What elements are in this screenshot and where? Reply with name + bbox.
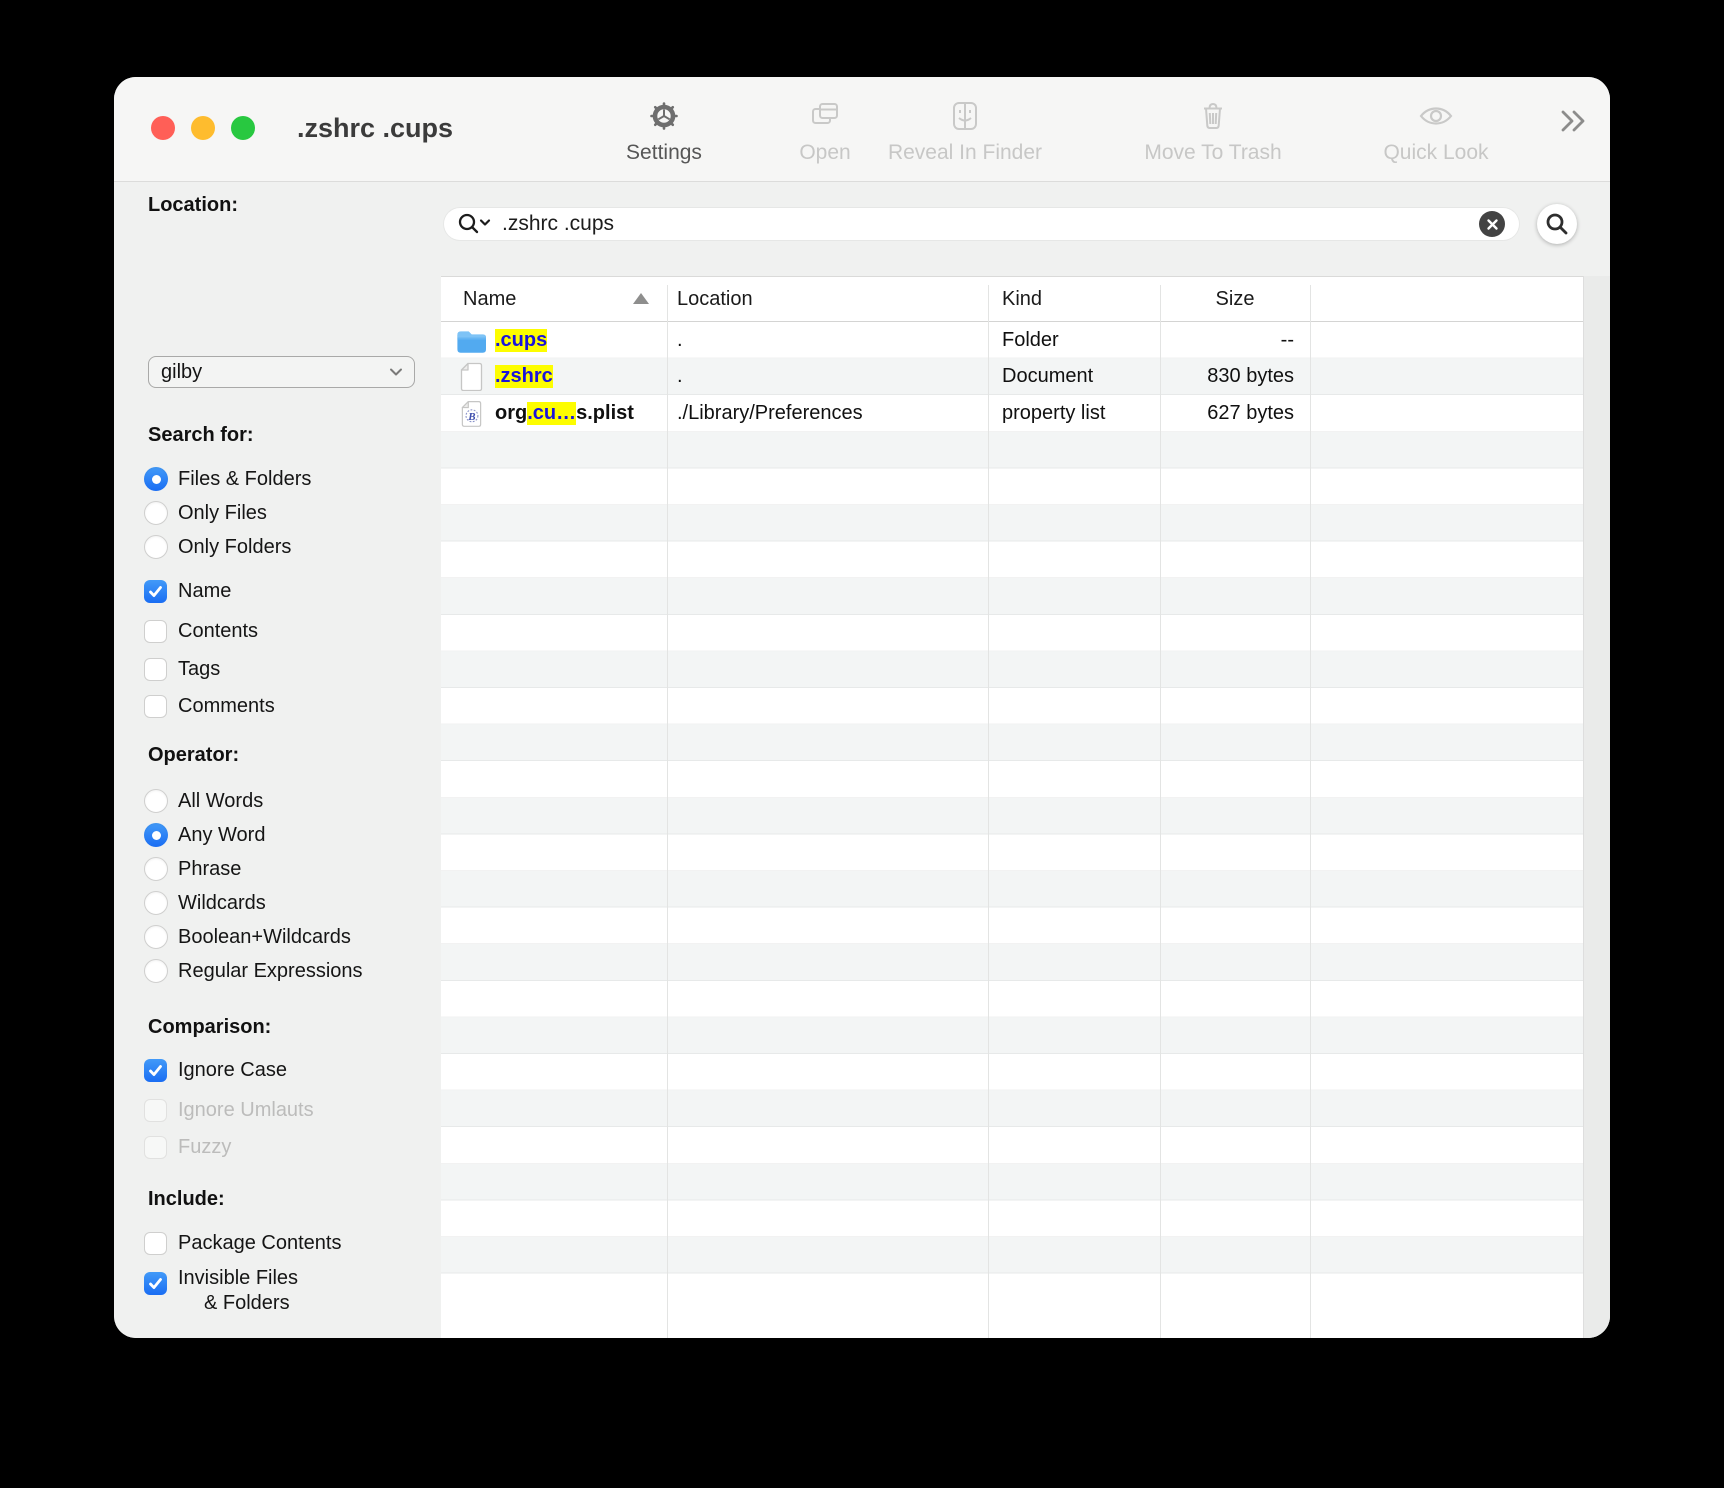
- clear-search-button[interactable]: [1479, 211, 1505, 237]
- move-to-trash-label: Move To Trash: [1144, 141, 1281, 165]
- checkbox-disabled-icon: [144, 1099, 167, 1122]
- search-query-text: .zshrc .cups: [502, 212, 614, 236]
- vertical-scrollbar-track[interactable]: [1583, 276, 1610, 1338]
- close-icon: [1486, 218, 1499, 231]
- sidebar: Location: gilby Search for: Files & Fold…: [114, 182, 441, 1338]
- column-header-name[interactable]: Name: [441, 277, 667, 321]
- table-row[interactable]: .cups . Folder --: [441, 322, 1583, 359]
- radio-icon[interactable]: [144, 925, 168, 949]
- search-scope-icon[interactable]: [456, 211, 492, 237]
- open-label: Open: [799, 141, 850, 165]
- settings-label: Settings: [626, 141, 702, 165]
- checkbox-comments[interactable]: Comments: [144, 689, 275, 723]
- checkbox-icon[interactable]: [144, 695, 167, 718]
- column-header-location[interactable]: Location: [667, 277, 988, 321]
- search-app-window: .zshrc .cups: [114, 77, 1610, 1338]
- quick-look-label: Quick Look: [1383, 141, 1488, 165]
- radio-files-and-folders[interactable]: Files & Folders: [144, 462, 311, 496]
- checkbox-checked-icon[interactable]: [144, 580, 167, 603]
- radio-icon[interactable]: [144, 891, 168, 915]
- folder-icon: [455, 328, 487, 353]
- radio-only-files[interactable]: Only Files: [144, 496, 267, 530]
- minimize-window-button[interactable]: [191, 116, 215, 140]
- location-value: gilby: [161, 361, 202, 384]
- operator-heading: Operator:: [148, 738, 239, 772]
- radio-icon[interactable]: [144, 857, 168, 881]
- radio-phrase[interactable]: Phrase: [144, 852, 241, 886]
- double-chevron-right-icon: [1557, 107, 1589, 135]
- checkbox-disabled-icon: [144, 1136, 167, 1159]
- column-header-size[interactable]: Size: [1160, 277, 1310, 321]
- radio-only-folders[interactable]: Only Folders: [144, 530, 291, 564]
- radio-boolean-wildcards[interactable]: Boolean+Wildcards: [144, 920, 351, 954]
- radio-regular-expressions[interactable]: Regular Expressions: [144, 954, 363, 988]
- checkbox-icon[interactable]: [144, 1232, 167, 1255]
- start-search-button[interactable]: [1537, 204, 1577, 244]
- search-for-heading: Search for:: [148, 418, 254, 452]
- radio-selected-icon[interactable]: [144, 823, 168, 847]
- checkbox-ignore-case[interactable]: Ignore Case: [144, 1053, 287, 1087]
- chevron-down-icon: [388, 365, 404, 383]
- column-header-kind[interactable]: Kind: [988, 277, 1160, 321]
- checkbox-checked-icon[interactable]: [144, 1272, 167, 1295]
- document-icon: [455, 362, 487, 391]
- table-header: Name Location Kind Size: [441, 277, 1583, 322]
- gear-icon: [646, 97, 682, 135]
- checkbox-checked-icon[interactable]: [144, 1059, 167, 1082]
- window-title: .zshrc .cups: [297, 113, 453, 144]
- move-to-trash-toolbar-button[interactable]: Move To Trash: [1103, 97, 1323, 165]
- radio-icon[interactable]: [144, 501, 168, 525]
- table-row[interactable]: .zshrc . Document 830 bytes: [441, 359, 1583, 396]
- checkbox-icon[interactable]: [144, 620, 167, 643]
- radio-icon[interactable]: [144, 535, 168, 559]
- zoom-window-button[interactable]: [231, 116, 255, 140]
- open-icon: [808, 97, 842, 135]
- titlebar: .zshrc .cups: [114, 77, 1610, 182]
- checkbox-fuzzy: Fuzzy: [144, 1130, 231, 1164]
- toolbar-overflow-button[interactable]: [1550, 104, 1596, 138]
- comparison-heading: Comparison:: [148, 1010, 271, 1044]
- radio-icon[interactable]: [144, 959, 168, 983]
- checkbox-ignore-umlauts: Ignore Umlauts: [144, 1093, 314, 1127]
- radio-selected-icon[interactable]: [144, 467, 168, 491]
- plist-file-icon: B: [455, 400, 487, 427]
- svg-text:B: B: [467, 411, 475, 423]
- screenshot-stage: .zshrc .cups: [0, 0, 1724, 1488]
- trash-icon: [1196, 97, 1230, 135]
- checkbox-contents[interactable]: Contents: [144, 614, 258, 648]
- checkbox-package-contents[interactable]: Package Contents: [144, 1226, 341, 1260]
- reveal-in-finder-toolbar-button[interactable]: Reveal In Finder: [855, 97, 1075, 165]
- location-dropdown[interactable]: gilby: [148, 356, 415, 388]
- finder-icon: [948, 97, 982, 135]
- table-body: .cups . Folder -- .: [441, 322, 1583, 1299]
- checkbox-invisible-files[interactable]: Invisible Files & Folders: [144, 1266, 298, 1326]
- reveal-in-finder-label: Reveal In Finder: [888, 141, 1042, 165]
- main-content: .zshrc .cups Name: [441, 182, 1610, 1338]
- table-row[interactable]: B org.cu…s.plist ./Library/Preferences p…: [441, 395, 1583, 432]
- eye-icon: [1417, 97, 1455, 135]
- sort-ascending-icon: [633, 293, 649, 304]
- search-icon: [1544, 211, 1570, 237]
- radio-icon[interactable]: [144, 789, 168, 813]
- results-table: Name Location Kind Size: [441, 276, 1583, 1338]
- location-label: Location:: [148, 188, 238, 222]
- radio-any-word[interactable]: Any Word: [144, 818, 265, 852]
- checkbox-name[interactable]: Name: [144, 574, 231, 608]
- quick-look-toolbar-button[interactable]: Quick Look: [1326, 97, 1546, 165]
- include-heading: Include:: [148, 1182, 225, 1216]
- checkbox-icon[interactable]: [144, 658, 167, 681]
- close-window-button[interactable]: [151, 116, 175, 140]
- search-input[interactable]: .zshrc .cups: [444, 208, 1519, 240]
- radio-all-words[interactable]: All Words: [144, 784, 263, 818]
- checkbox-tags[interactable]: Tags: [144, 652, 220, 686]
- radio-wildcards[interactable]: Wildcards: [144, 886, 266, 920]
